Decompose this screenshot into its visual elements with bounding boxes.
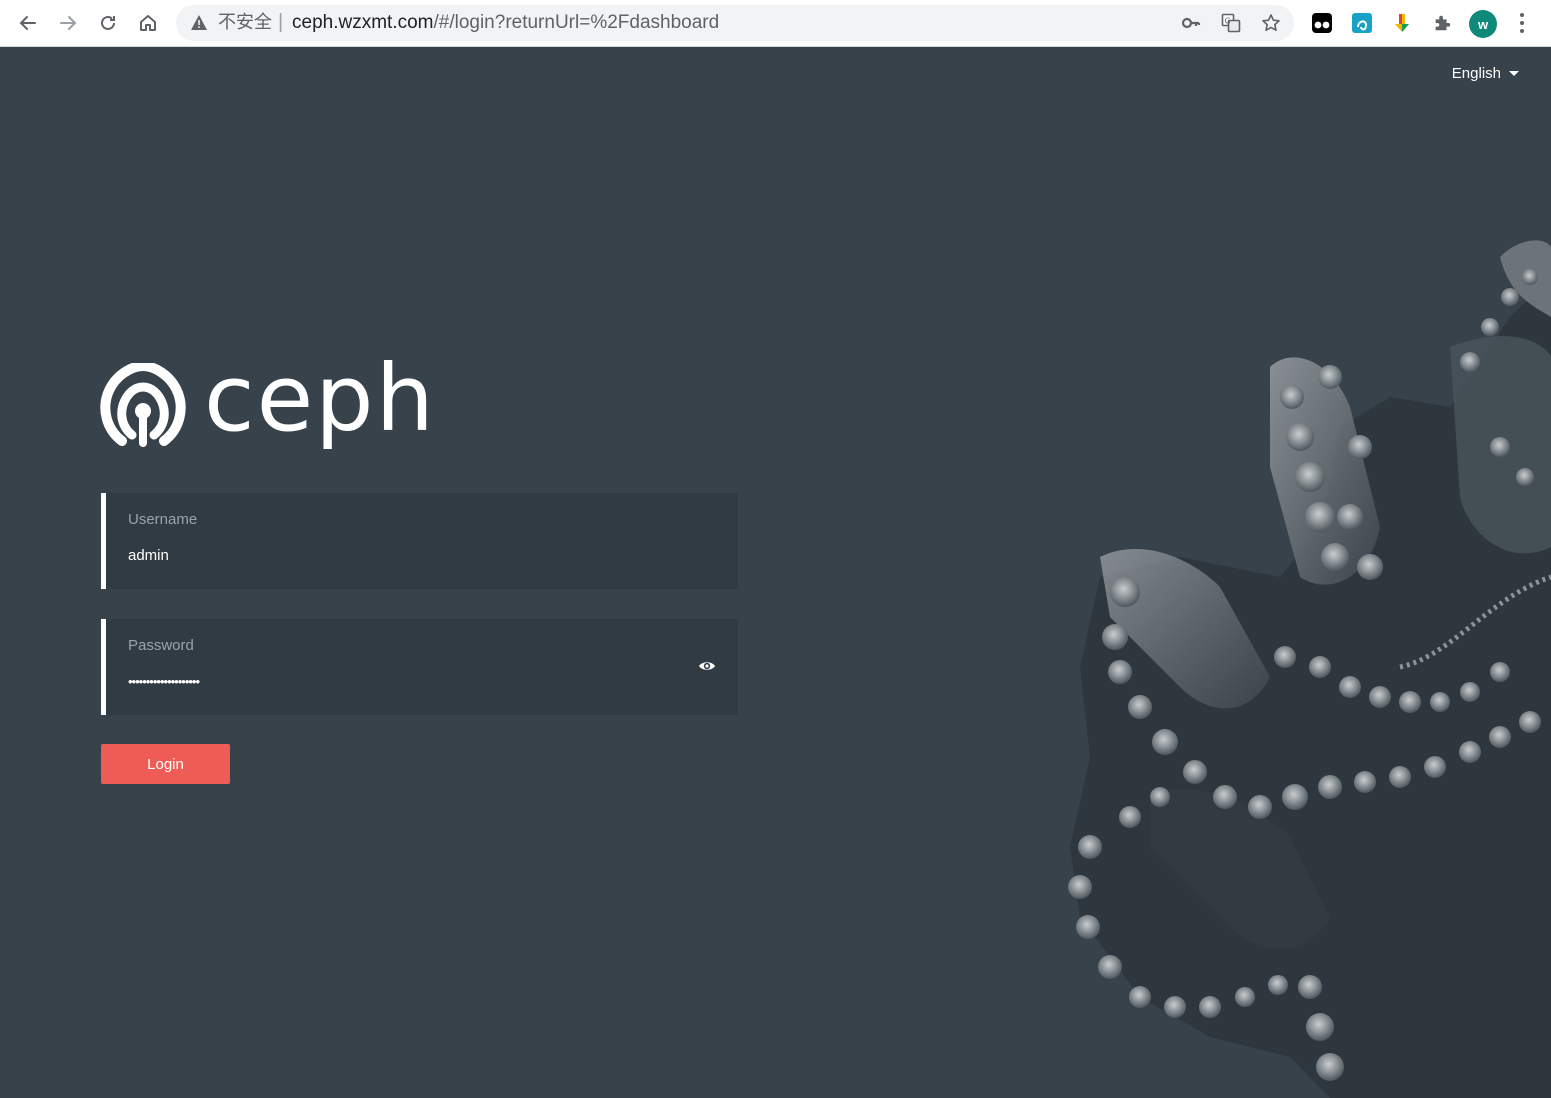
- username-input[interactable]: admin: [128, 547, 169, 564]
- extension-tampermonkey-icon[interactable]: [1311, 12, 1333, 34]
- extension-teal-icon[interactable]: [1351, 12, 1373, 34]
- language-label: English: [1451, 65, 1501, 82]
- language-selector[interactable]: English: [1452, 65, 1519, 82]
- url-text[interactable]: ceph.wzxmt.com/#/login?returnUrl=%2Fdash…: [292, 13, 719, 33]
- star-icon[interactable]: [1261, 13, 1281, 33]
- url-host: ceph.wzxmt.com: [292, 12, 434, 33]
- reload-button[interactable]: [93, 8, 123, 38]
- browser-menu-icon[interactable]: [1512, 11, 1532, 35]
- back-icon: [19, 16, 36, 30]
- eye-icon[interactable]: [698, 659, 716, 673]
- extension-color-icon[interactable]: [1391, 12, 1413, 34]
- browser-toolbar: 不安全 | ceph.wzxmt.com/#/login?returnUrl=%…: [0, 0, 1551, 47]
- extensions-puzzle-icon[interactable]: [1431, 12, 1453, 34]
- password-label: Password: [128, 637, 194, 654]
- back-button[interactable]: [13, 8, 43, 38]
- ceph-logo-icon: [100, 363, 186, 447]
- translate-icon[interactable]: G: [1221, 13, 1241, 33]
- home-icon: [140, 15, 156, 31]
- reload-icon: [101, 15, 115, 30]
- address-bar[interactable]: 不安全 | ceph.wzxmt.com/#/login?returnUrl=%…: [176, 5, 1294, 41]
- security-label[interactable]: 不安全: [218, 13, 272, 33]
- login-page: English ceph Username admin Password •••…: [0, 47, 1551, 1098]
- warning-icon: [191, 15, 207, 30]
- forward-icon: [60, 16, 77, 30]
- password-field[interactable]: Password ••••••••••••••••••••: [101, 619, 738, 715]
- caret-down-icon: [1509, 71, 1519, 76]
- password-input[interactable]: ••••••••••••••••••••: [128, 674, 200, 689]
- svg-text:G: G: [1225, 17, 1231, 26]
- octopus-background-image: [1068, 240, 1551, 1098]
- url-path: /#/login?returnUrl=%2Fdashboard: [433, 12, 720, 33]
- profile-avatar[interactable]: w: [1469, 10, 1497, 38]
- username-field[interactable]: Username admin: [101, 493, 738, 589]
- ceph-logo-text: ceph: [204, 345, 436, 452]
- security-separator: |: [278, 11, 284, 33]
- forward-button[interactable]: [53, 8, 83, 38]
- home-button[interactable]: [133, 8, 163, 38]
- login-button[interactable]: Login: [101, 744, 230, 784]
- ceph-logo: ceph: [100, 353, 436, 449]
- key-icon[interactable]: [1181, 13, 1201, 33]
- username-label: Username: [128, 511, 198, 528]
